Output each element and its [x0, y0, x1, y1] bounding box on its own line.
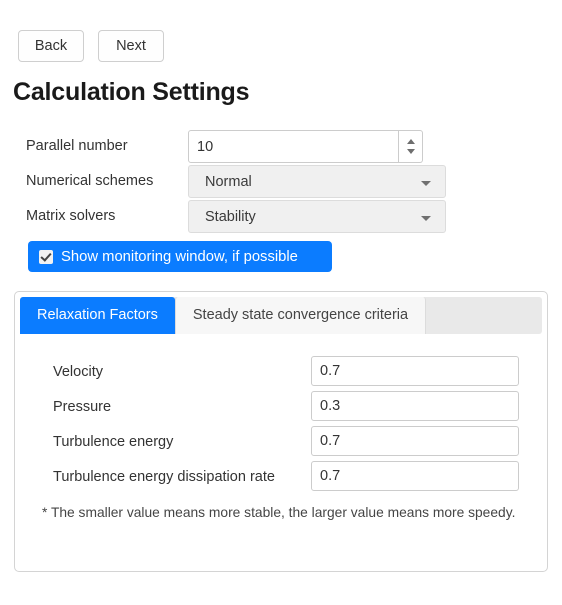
relaxation-fields: Velocity Pressure Turbulence energy Turb…	[15, 356, 547, 496]
stepper-up-icon[interactable]	[406, 139, 415, 144]
settings-form: Parallel number Numerical schemes Normal…	[0, 130, 562, 235]
turbulence-energy-input[interactable]	[311, 426, 519, 456]
matrix-solvers-select[interactable]: Stability	[188, 200, 446, 233]
parallel-number-stepper[interactable]	[399, 130, 423, 163]
turbulence-energy-row: Turbulence energy	[15, 426, 547, 461]
stepper-down-icon[interactable]	[406, 149, 415, 154]
matrix-solvers-row: Matrix solvers Stability	[0, 200, 562, 235]
numerical-schemes-row: Numerical schemes Normal	[0, 165, 562, 200]
navigation-bar: Back Next	[18, 30, 164, 62]
parallel-number-input[interactable]	[188, 130, 399, 163]
pressure-label: Pressure	[53, 399, 112, 415]
pressure-input[interactable]	[311, 391, 519, 421]
relaxation-panel: Relaxation Factors Steady state converge…	[14, 291, 548, 572]
turbulence-energy-dissipation-rate-label: Turbulence energy dissipation rate	[53, 469, 275, 485]
next-button[interactable]: Next	[98, 30, 164, 62]
back-button[interactable]: Back	[18, 30, 84, 62]
velocity-input[interactable]	[311, 356, 519, 386]
chevron-down-icon	[421, 216, 431, 221]
matrix-solvers-label: Matrix solvers	[26, 208, 116, 224]
turbulence-energy-dissipation-rate-row: Turbulence energy dissipation rate	[15, 461, 547, 496]
show-monitoring-window-label: Show monitoring window, if possible	[61, 248, 298, 265]
velocity-label: Velocity	[53, 364, 103, 380]
turbulence-energy-label: Turbulence energy	[53, 434, 174, 450]
page-title: Calculation Settings	[13, 78, 250, 106]
tab-steady-state-convergence-criteria[interactable]: Steady state convergence criteria	[174, 297, 427, 334]
numerical-schemes-select[interactable]: Normal	[188, 165, 446, 198]
show-monitoring-window-toggle[interactable]: Show monitoring window, if possible	[28, 241, 332, 272]
velocity-row: Velocity	[15, 356, 547, 391]
tab-relaxation-factors[interactable]: Relaxation Factors	[20, 297, 175, 334]
checkbox-checked-icon[interactable]	[39, 249, 53, 264]
parallel-number-field	[188, 130, 423, 163]
pressure-row: Pressure	[15, 391, 547, 426]
panel-tabstrip: Relaxation Factors Steady state converge…	[20, 297, 542, 334]
chevron-down-icon	[421, 181, 431, 186]
parallel-number-label: Parallel number	[26, 138, 128, 154]
matrix-solvers-value: Stability	[205, 209, 256, 225]
numerical-schemes-label: Numerical schemes	[26, 173, 154, 189]
turbulence-energy-dissipation-rate-input[interactable]	[311, 461, 519, 491]
relaxation-note: * The smaller value means more stable, t…	[42, 505, 516, 520]
parallel-number-row: Parallel number	[0, 130, 562, 165]
numerical-schemes-value: Normal	[205, 174, 252, 190]
